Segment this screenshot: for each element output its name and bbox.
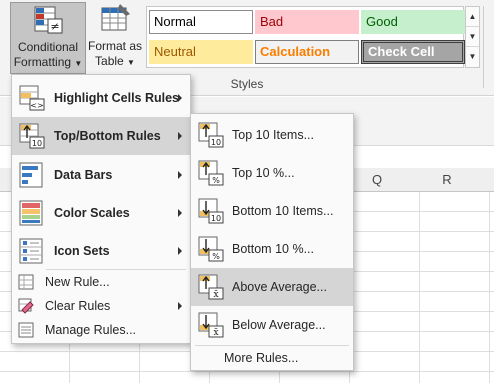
svg-text:≠: ≠: [50, 20, 59, 33]
gallery-scroller: ▲ ▼ ▼: [465, 6, 480, 68]
styles-group-label: Styles: [230, 77, 264, 91]
chevron-down-icon: ▼: [127, 58, 135, 67]
gallery-scroll-up-icon[interactable]: ▲: [466, 7, 479, 27]
menu-item-color-scales[interactable]: Color Scales: [12, 194, 190, 232]
menu-item-manage-rules[interactable]: Manage Rules...: [12, 318, 190, 342]
highlight-cells-icon: <>: [19, 85, 45, 111]
menu-item-highlight-cells-rules[interactable]: <> Highlight Cells Rules: [12, 79, 190, 117]
menu-item-more-rules[interactable]: More Rules...: [191, 346, 353, 370]
menu-label: New Rule...: [45, 275, 110, 289]
gallery-more-icon[interactable]: ▼: [466, 47, 479, 67]
menu-label: Highlight Cells Rules: [54, 91, 180, 105]
svg-text:10: 10: [211, 214, 221, 223]
data-bars-icon: [19, 162, 43, 188]
top-bottom-rules-submenu: 10 Top 10 Items... % Top 10 %... 10 Bott…: [190, 113, 354, 371]
cf-label-line1: Conditional: [17, 40, 79, 54]
bottom-10-percent-icon: %: [198, 236, 224, 262]
menu-item-top-bottom-rules[interactable]: 10 Top/Bottom Rules: [12, 117, 190, 155]
color-scales-icon: [19, 200, 43, 226]
submenu-arrow-icon: [178, 209, 182, 217]
format-as-table-icon: [101, 4, 130, 31]
menu-label: Icon Sets: [54, 244, 110, 258]
submenu-arrow-icon: [178, 171, 182, 179]
svg-text:%: %: [212, 252, 220, 261]
clear-rules-icon: [18, 298, 34, 314]
menu-label: Top 10 Items...: [232, 128, 314, 142]
style-normal[interactable]: Normal: [149, 10, 253, 34]
submenu-arrow-icon: [178, 247, 182, 255]
menu-item-data-bars[interactable]: Data Bars: [12, 156, 190, 194]
menu-label: More Rules...: [224, 351, 299, 365]
svg-text:%: %: [212, 176, 220, 185]
manage-rules-icon: [18, 322, 34, 338]
menu-label: Top 10 %...: [232, 166, 295, 180]
gallery-scroll-down-icon[interactable]: ▼: [466, 27, 479, 47]
cf-label-line2: Formatting ▼: [14, 55, 83, 71]
table-label-line1: Format as: [87, 39, 142, 53]
menu-item-new-rule[interactable]: New Rule...: [12, 270, 190, 294]
menu-item-clear-rules[interactable]: Clear Rules: [12, 294, 190, 318]
cell-styles-gallery: Normal Bad Good Neutral Calculation Chec…: [146, 6, 465, 68]
menu-label: Above Average...: [232, 280, 327, 294]
top-10-percent-icon: %: [198, 160, 224, 186]
style-good[interactable]: Good: [361, 10, 465, 34]
submenu-arrow-icon: [178, 302, 182, 310]
column-header-r[interactable]: R: [412, 168, 482, 192]
chevron-down-icon: ▼: [74, 59, 83, 68]
svg-text:10: 10: [32, 139, 42, 148]
svg-text:x̄: x̄: [213, 290, 218, 300]
menu-item-top-10-items[interactable]: 10 Top 10 Items...: [191, 116, 353, 154]
menu-label: Top/Bottom Rules: [54, 129, 161, 143]
menu-label: Manage Rules...: [45, 323, 137, 337]
group-separator: [483, 6, 484, 88]
format-as-table-button[interactable]: Format as Table ▼: [86, 2, 144, 74]
style-calculation[interactable]: Calculation: [255, 40, 359, 64]
svg-text:<>: <>: [30, 101, 43, 110]
icon-sets-icon: [19, 238, 43, 264]
menu-item-bottom-10-items[interactable]: 10 Bottom 10 Items...: [191, 192, 353, 230]
menu-label: Data Bars: [54, 168, 113, 182]
submenu-arrow-icon: [178, 132, 182, 140]
svg-text:10: 10: [211, 138, 221, 147]
style-bad[interactable]: Bad: [255, 10, 359, 34]
above-average-icon: x̄: [198, 274, 224, 300]
submenu-arrow-icon: [178, 94, 182, 102]
menu-label: Below Average...: [232, 318, 326, 332]
conditional-formatting-icon: ≠: [34, 6, 63, 34]
cf-label-line2-text: Formatting: [13, 55, 72, 69]
style-check-cell[interactable]: Check Cell: [361, 40, 465, 64]
menu-item-icon-sets[interactable]: Icon Sets: [12, 232, 190, 270]
menu-item-above-average[interactable]: x̄ Above Average...: [191, 268, 353, 306]
menu-label: Clear Rules: [45, 299, 111, 313]
menu-item-bottom-10-percent[interactable]: % Bottom 10 %...: [191, 230, 353, 268]
svg-text:x̄: x̄: [213, 328, 218, 338]
conditional-formatting-menu: <> Highlight Cells Rules 10 Top/Bottom R…: [11, 74, 191, 344]
table-label-line2-text: Table: [95, 54, 124, 68]
top-10-items-icon: 10: [198, 122, 224, 148]
menu-label: Bottom 10 %...: [232, 242, 314, 256]
menu-label: Color Scales: [54, 206, 130, 220]
bottom-10-items-icon: 10: [198, 198, 224, 224]
new-rule-icon: [18, 274, 34, 290]
table-label-line2: Table ▼: [95, 54, 135, 70]
below-average-icon: x̄: [198, 312, 224, 338]
menu-item-top-10-percent[interactable]: % Top 10 %...: [191, 154, 353, 192]
top-bottom-icon: 10: [19, 123, 45, 149]
menu-item-below-average[interactable]: x̄ Below Average...: [191, 306, 353, 344]
menu-label: Bottom 10 Items...: [232, 204, 334, 218]
conditional-formatting-button[interactable]: ≠ Conditional Formatting ▼: [10, 2, 86, 74]
style-neutral[interactable]: Neutral: [149, 40, 253, 64]
